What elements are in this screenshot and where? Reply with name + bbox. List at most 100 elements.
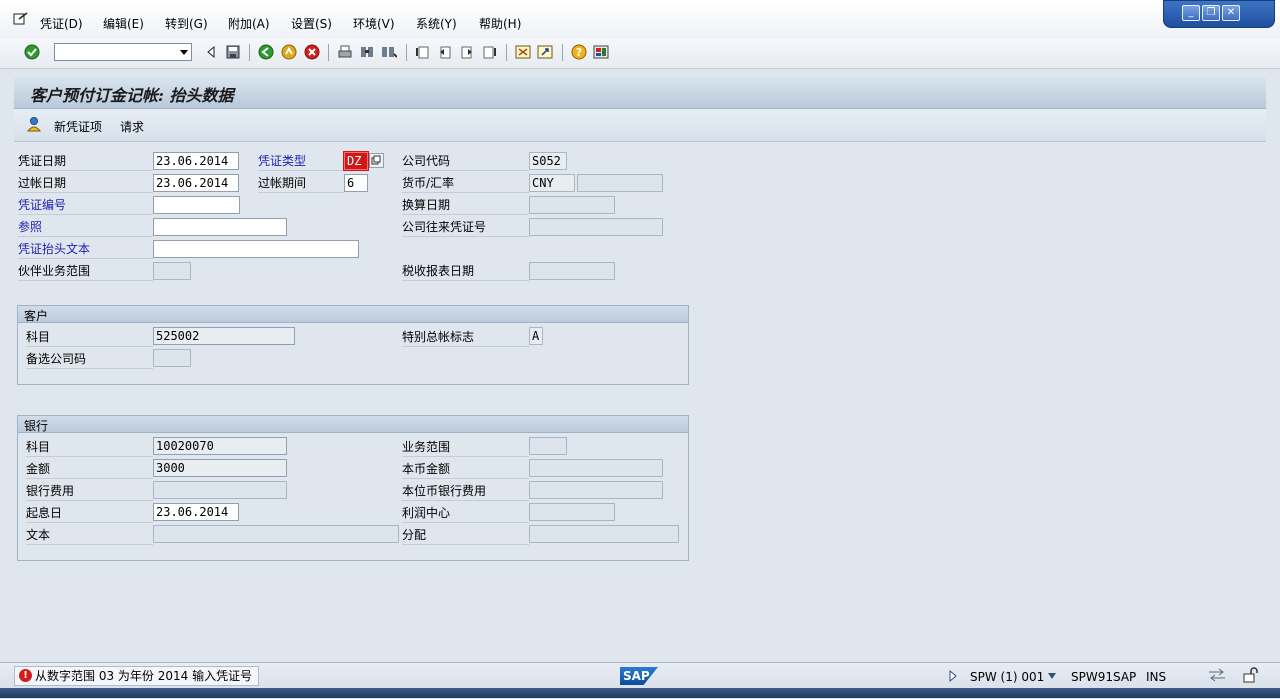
text-field[interactable] [153,525,399,543]
amount-field[interactable]: 3000 [153,459,287,477]
sgl-indicator-field: A [529,327,543,345]
customer-group-title: 客户 [24,309,49,323]
status-expand-icon[interactable] [948,670,958,682]
lock-icon[interactable] [1242,667,1258,683]
alt-company-code-field[interactable] [153,349,191,367]
menu-settings[interactable]: 设置(S) [291,15,332,32]
doc-date-field[interactable]: 23.06.2014 [153,152,239,170]
shortcut-icon[interactable] [537,44,553,60]
cancel-icon[interactable] [304,44,320,60]
layout-icon[interactable] [593,44,609,60]
menu-extras[interactable]: 附加(A) [228,15,270,32]
menu-goto[interactable]: 转到(G) [165,15,208,32]
currency-field[interactable]: CNY [529,174,575,192]
connection-icon [1209,668,1225,682]
request-button[interactable]: 请求 [120,118,144,135]
reference-label[interactable]: 参照 [18,218,153,237]
help-icon[interactable]: ? [571,44,587,60]
doc-number-label[interactable]: 凭证编号 [18,196,153,215]
command-field[interactable] [54,43,192,61]
reference-field[interactable] [153,218,287,236]
posting-date-label: 过帐日期 [18,174,153,193]
close-icon[interactable]: ✕ [1222,5,1240,21]
minimize-icon[interactable]: _ [1182,5,1200,21]
new-item-button[interactable]: 新凭证项 [54,118,102,135]
back-icon[interactable] [258,44,274,60]
customer-account-field[interactable]: 525002 [153,327,295,345]
error-icon: ! [19,669,32,682]
header-text-label[interactable]: 凭证抬头文本 [18,240,153,259]
find-next-icon[interactable] [381,44,397,60]
assignment-field[interactable] [529,525,679,543]
menu-system[interactable]: 系统(Y) [416,15,457,32]
intercompany-field[interactable] [529,218,663,236]
find-icon[interactable] [359,44,375,60]
customer-account-label: 科目 [26,328,153,347]
chevron-down-icon[interactable] [180,50,188,55]
text-label: 文本 [26,526,153,545]
bank-group-title: 银行 [24,419,49,433]
menu-help[interactable]: 帮助(H) [479,15,521,32]
value-help-icon[interactable] [369,153,384,168]
bank-charges-label: 银行费用 [26,482,153,501]
header-text-field[interactable] [153,240,359,258]
local-bank-charges-label: 本位币银行费用 [402,482,529,501]
sap-logo: SAP [620,667,658,685]
partner-ba-field[interactable] [153,262,191,280]
first-page-icon[interactable] [415,44,431,60]
value-date-label: 起息日 [26,504,153,523]
period-field[interactable]: 6 [344,174,368,192]
toolbar-separator [406,44,407,61]
business-area-field[interactable] [529,437,567,455]
application-toolbar: 新凭证项 请求 [14,109,1266,142]
chevron-down-icon[interactable] [1047,673,1057,679]
doc-type-field[interactable]: DZ [343,151,369,171]
enter-icon[interactable] [24,44,40,60]
menu-document[interactable]: 凭证(D) [40,15,83,32]
print-icon[interactable] [337,44,353,60]
last-page-icon[interactable] [481,44,497,60]
sgl-indicator-label: 特别总帐标志 [402,328,529,347]
new-session-icon[interactable] [515,44,531,60]
menu-environment[interactable]: 环境(V) [353,15,395,32]
bank-account-label: 科目 [26,438,153,457]
translation-date-field[interactable] [529,196,615,214]
save-icon[interactable] [225,44,241,60]
local-bank-charges-field[interactable] [529,481,663,499]
tax-report-date-field[interactable] [529,262,615,280]
amount-label: 金额 [26,460,153,479]
period-label: 过帐期间 [258,174,344,193]
translation-date-label: 换算日期 [402,196,529,215]
toolbar-separator [562,44,563,61]
insert-mode[interactable]: INS [1146,670,1166,684]
profit-center-field[interactable] [529,503,615,521]
next-page-icon[interactable] [459,44,475,60]
local-amount-field[interactable] [529,459,663,477]
company-code-label: 公司代码 [402,152,529,171]
business-area-label: 业务范围 [402,438,529,457]
system-menu-icon[interactable] [13,12,29,26]
exit-icon[interactable] [281,44,297,60]
doc-type-label[interactable]: 凭证类型 [258,152,344,171]
bank-group-header: 银行 [18,416,688,433]
svg-text:?: ? [576,46,582,59]
posting-date-field[interactable]: 23.06.2014 [153,174,239,192]
tax-report-date-label: 税收报表日期 [402,262,529,281]
bank-charges-field[interactable] [153,481,287,499]
value-date-field[interactable]: 23.06.2014 [153,503,239,521]
bank-account-field[interactable]: 10020070 [153,437,287,455]
partner-ba-label: 伙伴业务范围 [18,262,153,281]
status-message-text: 从数字范围 03 为年份 2014 输入凭证号 [35,669,253,683]
toolbar-separator [506,44,507,61]
restore-icon[interactable]: ❐ [1202,5,1220,21]
alt-company-code-label: 备选公司码 [26,350,153,369]
menu-edit[interactable]: 编辑(E) [103,15,144,32]
toolbar-separator [249,44,250,61]
prev-page-icon[interactable] [437,44,453,60]
status-message[interactable]: ! 从数字范围 03 为年份 2014 输入凭证号 [14,666,260,686]
back-nav-icon[interactable] [203,44,219,60]
doc-number-field[interactable] [153,196,240,214]
server-info: SPW91SAP [1071,670,1137,684]
exchange-rate-field[interactable] [577,174,663,192]
new-item-icon[interactable] [26,116,42,132]
